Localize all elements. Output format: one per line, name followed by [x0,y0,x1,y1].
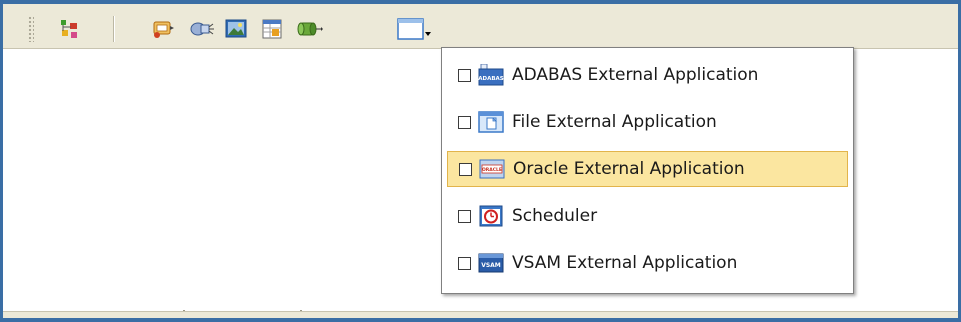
vsam-icon-text: VSAM [481,262,501,269]
oracle-icon: ORACLE [479,158,505,180]
toolbar [3,4,958,49]
menu-item-label: Scheduler [512,206,598,226]
menu-item-adabas[interactable]: ADABAS ADABAS External Application [447,57,848,93]
window-dropdown-icon[interactable] [397,18,431,40]
file-icon [478,111,504,133]
menu-item-label: ADABAS External Application [512,65,759,85]
adabas-icon: ADABAS [478,63,504,86]
vsam-icon: VSAM [478,252,504,274]
menu-item-label: File External Application [512,112,717,132]
status-strip [3,311,958,318]
menu-item-oracle[interactable]: ORACLE Oracle External Application [447,151,848,187]
menu-item-vsam[interactable]: VSAM VSAM External Application [447,245,848,281]
toolbar-separator [113,16,115,42]
table-icon[interactable] [261,18,283,40]
checkbox[interactable] [458,209,471,223]
pipe-arrow-icon[interactable] [297,18,323,40]
toolbar-grip-handle[interactable] [28,16,34,42]
deploy-tree-icon[interactable] [58,18,80,40]
image-icon[interactable] [225,18,247,40]
menu-item-label: Oracle External Application [513,159,745,179]
service-icon[interactable] [151,18,174,40]
oracle-icon-text: ORACLE [482,167,502,173]
menu-item-scheduler[interactable]: Scheduler [447,198,848,234]
checkbox[interactable] [458,115,471,129]
connector-icon[interactable] [189,18,214,40]
checkbox[interactable] [458,68,471,82]
checkbox[interactable] [459,162,472,176]
scheduler-icon [478,205,504,227]
menu-item-file[interactable]: File External Application [447,104,848,140]
external-application-menu: ADABAS ADABAS External Application File … [441,47,854,294]
menu-item-label: VSAM External Application [512,253,738,273]
checkbox[interactable] [458,256,471,270]
adabas-icon-text: ADABAS [478,76,504,82]
